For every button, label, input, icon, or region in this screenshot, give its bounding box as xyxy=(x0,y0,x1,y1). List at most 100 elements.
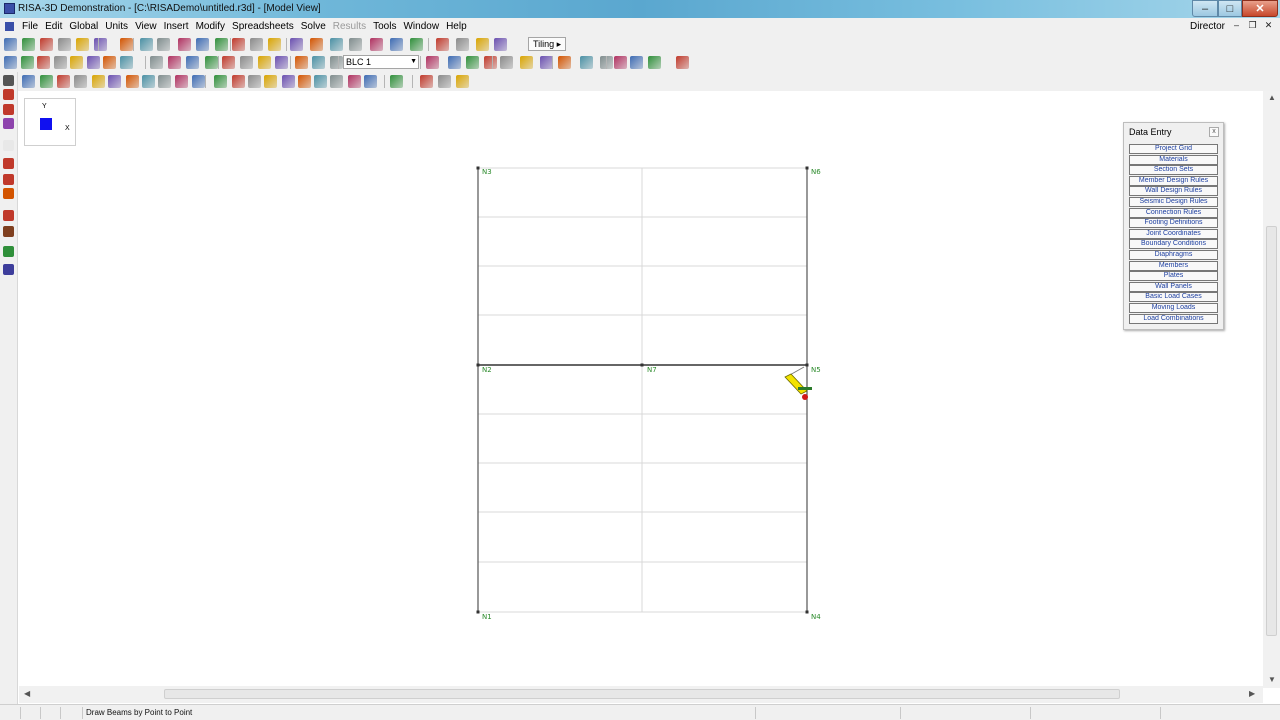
draw-tool-icon[interactable] xyxy=(142,75,155,88)
left-tool-icon[interactable] xyxy=(3,188,14,199)
data-entry-diaphragms-button[interactable]: Diaphragms xyxy=(1129,249,1218,260)
view-tool-icon[interactable] xyxy=(37,56,50,69)
mdi-restore-button[interactable]: ❐ xyxy=(1246,19,1259,32)
main-tool-icon[interactable] xyxy=(494,38,507,51)
vertical-scrollbar[interactable]: ▲ ▼ xyxy=(1263,91,1280,688)
data-entry-seismic-design-rules-button[interactable]: Seismic Design Rules xyxy=(1129,196,1218,207)
draw-tool-icon[interactable] xyxy=(22,75,35,88)
view-tool-icon[interactable] xyxy=(676,56,689,69)
menu-units[interactable]: Units xyxy=(105,21,128,32)
draw-tool-icon[interactable] xyxy=(192,75,205,88)
left-tool-icon[interactable] xyxy=(3,210,14,221)
view-tool-icon[interactable] xyxy=(330,56,343,69)
view-tool-icon[interactable] xyxy=(54,56,67,69)
view-tool-icon[interactable] xyxy=(448,56,461,69)
view-tool-icon[interactable] xyxy=(258,56,271,69)
joint-marker[interactable] xyxy=(805,610,809,614)
joint-marker[interactable] xyxy=(805,166,809,170)
menu-insert[interactable]: Insert xyxy=(164,21,189,32)
left-tool-icon[interactable] xyxy=(3,264,14,275)
view-tool-icon[interactable] xyxy=(466,56,479,69)
main-tool-icon[interactable] xyxy=(178,38,191,51)
draw-tool-icon[interactable] xyxy=(40,75,53,88)
main-tool-icon[interactable] xyxy=(456,38,469,51)
vertical-scroll-thumb[interactable] xyxy=(1266,226,1277,636)
view-tool-icon[interactable] xyxy=(648,56,661,69)
data-entry-load-combinations-button[interactable]: Load Combinations xyxy=(1129,313,1218,324)
left-tool-icon[interactable] xyxy=(3,158,14,169)
draw-tool-icon[interactable] xyxy=(298,75,311,88)
mdi-close-button[interactable]: ✕ xyxy=(1262,19,1275,32)
main-tool-icon[interactable] xyxy=(268,38,281,51)
joint-marker[interactable] xyxy=(476,610,480,614)
draw-tool-icon[interactable] xyxy=(420,75,433,88)
close-button[interactable]: ✕ xyxy=(1242,0,1278,17)
horizontal-scrollbar[interactable]: ◀ ▶ xyxy=(19,686,1263,703)
menu-global[interactable]: Global xyxy=(69,21,98,32)
draw-tool-icon[interactable] xyxy=(282,75,295,88)
scroll-down-icon[interactable]: ▼ xyxy=(1268,675,1276,684)
menu-window[interactable]: Window xyxy=(403,21,439,32)
joint-marker[interactable] xyxy=(476,363,480,367)
menu-file[interactable]: File xyxy=(22,21,38,32)
left-tool-icon[interactable] xyxy=(3,246,14,257)
main-tool-icon[interactable] xyxy=(390,38,403,51)
draw-tool-icon[interactable] xyxy=(214,75,227,88)
draw-tool-icon[interactable] xyxy=(438,75,451,88)
draw-tool-icon[interactable] xyxy=(74,75,87,88)
main-tool-icon[interactable] xyxy=(94,38,107,51)
data-entry-basic-load-cases-button[interactable]: Basic Load Cases xyxy=(1129,292,1218,303)
menu-tools[interactable]: Tools xyxy=(373,21,396,32)
data-entry-boundary-conditions-button[interactable]: Boundary Conditions xyxy=(1129,239,1218,250)
view-tool-icon[interactable] xyxy=(87,56,100,69)
data-entry-plates-button[interactable]: Plates xyxy=(1129,271,1218,282)
menu-results[interactable]: Results xyxy=(333,21,366,32)
main-tool-icon[interactable] xyxy=(370,38,383,51)
draw-tool-icon[interactable] xyxy=(264,75,277,88)
left-tool-icon[interactable] xyxy=(3,89,14,100)
data-entry-section-sets-button[interactable]: Section Sets xyxy=(1129,165,1218,176)
view-tool-icon[interactable] xyxy=(186,56,199,69)
joint-marker[interactable] xyxy=(805,363,809,367)
draw-tool-icon[interactable] xyxy=(126,75,139,88)
view-tool-icon[interactable] xyxy=(312,56,325,69)
view-tool-icon[interactable] xyxy=(500,56,513,69)
data-entry-wall-panels-button[interactable]: Wall Panels xyxy=(1129,281,1218,292)
maximize-button[interactable]: □ xyxy=(1218,0,1242,17)
left-tool-icon[interactable] xyxy=(3,226,14,237)
scroll-up-icon[interactable]: ▲ xyxy=(1268,93,1276,102)
menu-modify[interactable]: Modify xyxy=(196,21,225,32)
main-tool-icon[interactable] xyxy=(410,38,423,51)
data-entry-moving-loads-button[interactable]: Moving Loads xyxy=(1129,302,1218,313)
main-tool-icon[interactable] xyxy=(120,38,133,51)
data-entry-connection-rules-button[interactable]: Connection Rules xyxy=(1129,207,1218,218)
mdi-minimize-button[interactable]: – xyxy=(1230,19,1243,32)
main-tool-icon[interactable] xyxy=(250,38,263,51)
joint-marker[interactable] xyxy=(640,363,644,367)
left-tool-icon[interactable] xyxy=(3,118,14,129)
view-tool-icon[interactable] xyxy=(614,56,627,69)
draw-tool-icon[interactable] xyxy=(390,75,403,88)
draw-tool-icon[interactable] xyxy=(158,75,171,88)
view-tool-icon[interactable] xyxy=(484,56,497,69)
director-label[interactable]: Director xyxy=(1190,21,1225,32)
menu-view[interactable]: View xyxy=(135,21,157,32)
left-tool-icon[interactable] xyxy=(3,140,14,151)
document-icon[interactable] xyxy=(5,22,14,31)
load-case-select[interactable]: BLC 1 ▼ xyxy=(343,55,419,69)
scroll-right-icon[interactable]: ▶ xyxy=(1249,689,1255,698)
tiling-button[interactable]: Tiling ▸ xyxy=(528,37,567,51)
menu-spreadsheets[interactable]: Spreadsheets xyxy=(232,21,294,32)
main-tool-icon[interactable] xyxy=(436,38,449,51)
horizontal-scroll-thumb[interactable] xyxy=(164,689,1120,699)
view-tool-icon[interactable] xyxy=(240,56,253,69)
draw-tool-icon[interactable] xyxy=(314,75,327,88)
main-tool-icon[interactable] xyxy=(349,38,362,51)
main-tool-icon[interactable] xyxy=(76,38,89,51)
view-tool-icon[interactable] xyxy=(168,56,181,69)
main-tool-icon[interactable] xyxy=(310,38,323,51)
data-entry-project-grid-button[interactable]: Project Grid xyxy=(1129,144,1218,154)
draw-tool-icon[interactable] xyxy=(232,75,245,88)
joint-marker[interactable] xyxy=(476,166,480,170)
left-tool-icon[interactable] xyxy=(3,75,14,86)
